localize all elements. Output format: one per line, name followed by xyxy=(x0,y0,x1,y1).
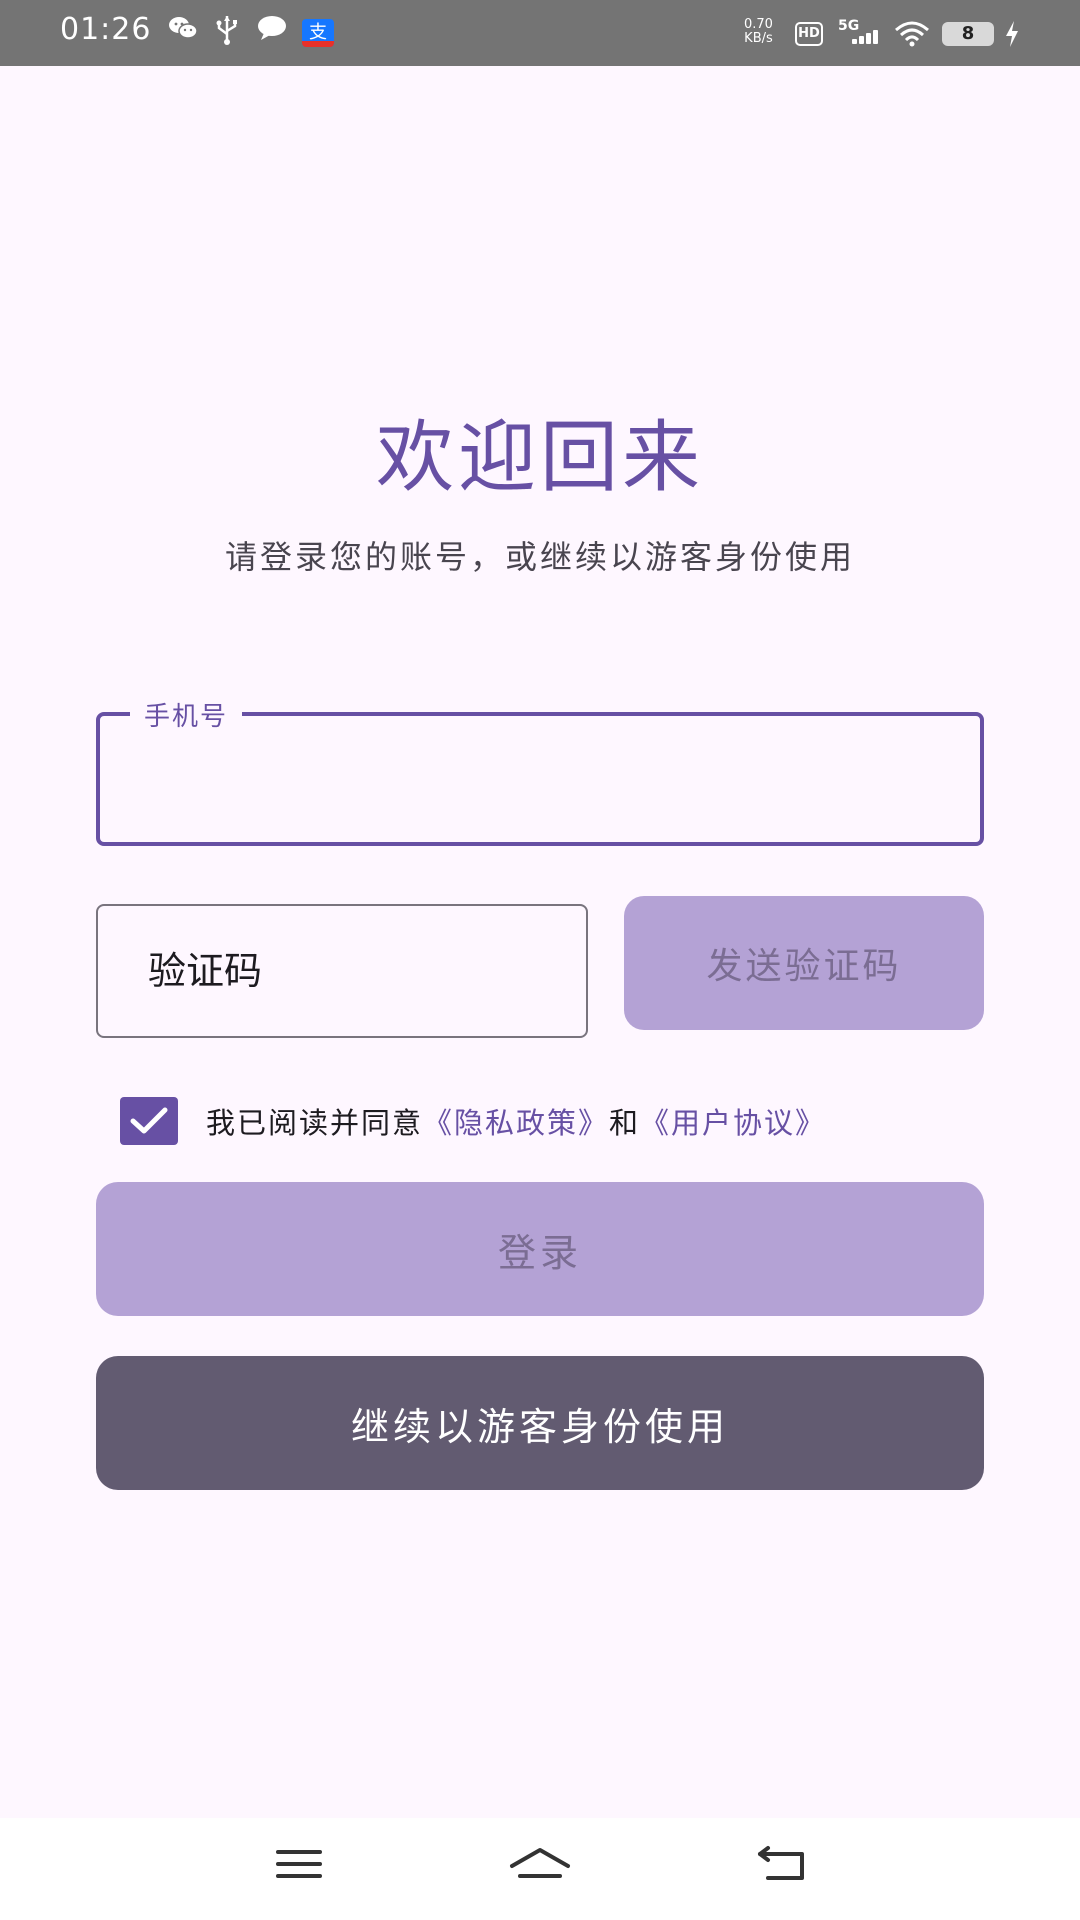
speed-unit: KB/s xyxy=(744,31,773,46)
back-icon[interactable] xyxy=(754,1844,808,1888)
message-icon xyxy=(256,14,288,46)
agree-checkbox[interactable] xyxy=(120,1097,178,1145)
signal-icon xyxy=(846,30,882,44)
charging-icon xyxy=(1004,20,1020,52)
check-icon xyxy=(130,1107,168,1134)
phone-field-label: 手机号 xyxy=(130,696,243,733)
status-bar: 01:26 支 0.70 KB/s HD 5G 8 xyxy=(0,0,1080,66)
privacy-policy-link[interactable]: 《隐私政策》 xyxy=(423,1100,609,1142)
hd-badge: HD xyxy=(795,22,823,46)
send-code-button[interactable]: 发送验证码 xyxy=(624,896,984,1030)
wechat-icon xyxy=(168,14,198,46)
agree-text: 我已阅读并同意 xyxy=(206,1106,424,1140)
user-agreement-link[interactable]: 《用户协议》 xyxy=(640,1100,826,1142)
battery-icon: 8 xyxy=(942,22,994,46)
network-speed: 0.70 KB/s xyxy=(744,18,773,46)
navigation-bar xyxy=(0,1818,1080,1920)
login-button[interactable]: 登录 xyxy=(96,1182,984,1316)
menu-icon[interactable] xyxy=(274,1844,324,1888)
alipay-icon: 支 xyxy=(302,19,334,47)
home-icon[interactable] xyxy=(508,1844,572,1888)
status-time: 01:26 xyxy=(60,12,152,47)
speed-value: 0.70 xyxy=(744,17,773,32)
phone-input[interactable] xyxy=(120,738,960,818)
usb-icon xyxy=(214,14,240,50)
wifi-icon xyxy=(894,20,930,52)
agree-and-text: 和 xyxy=(609,1106,641,1140)
page-subtitle: 请登录您的账号，或继续以游客身份使用 xyxy=(224,538,855,576)
guest-button[interactable]: 继续以游客身份使用 xyxy=(96,1356,984,1490)
agreement-row: 我已阅读并同意 《隐私政策》 和 《用户协议》 xyxy=(120,1096,826,1146)
code-input[interactable] xyxy=(146,928,566,1014)
page-title: 欢迎回来 xyxy=(375,413,704,503)
